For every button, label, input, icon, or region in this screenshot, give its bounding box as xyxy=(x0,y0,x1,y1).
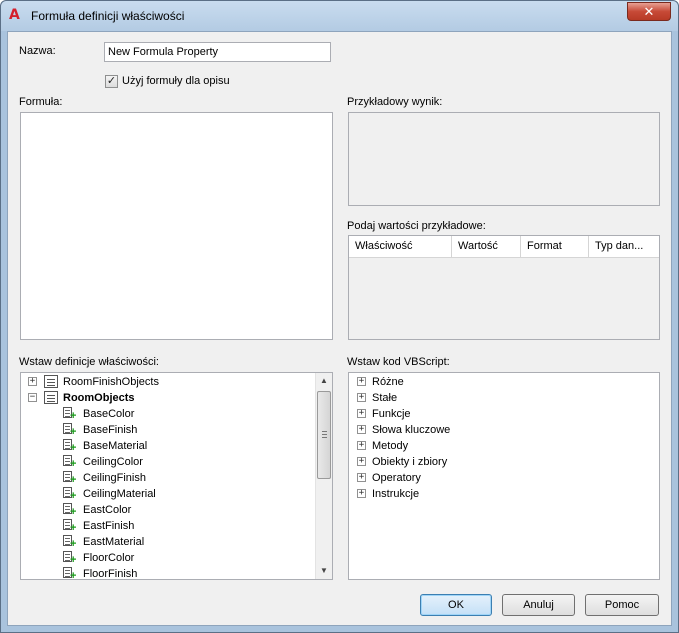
add-property-icon: + xyxy=(63,439,77,454)
vbscript-category-label: Różne xyxy=(372,376,404,388)
dialog-body: Nazwa: ✓ Użyj formuły dla opisu Formuła:… xyxy=(7,31,672,626)
use-formula-checkbox[interactable]: ✓ xyxy=(105,75,118,88)
vertical-scrollbar[interactable]: ▲ ▼ xyxy=(315,373,332,579)
name-input[interactable] xyxy=(104,42,331,62)
sample-values-grid[interactable]: Właściwość Wartość Format Typ dan... xyxy=(348,235,660,340)
vbscript-category[interactable]: + Operatory xyxy=(349,470,659,486)
add-property-icon: + xyxy=(63,455,77,470)
title-bar[interactable]: A Formuła definicji właściwości ✕ xyxy=(1,1,678,31)
property-item[interactable]: + FloorFinish xyxy=(21,566,315,579)
scroll-thumb[interactable] xyxy=(317,391,331,479)
property-item[interactable]: + BaseMaterial xyxy=(21,438,315,454)
vbscript-category[interactable]: + Metody xyxy=(349,438,659,454)
property-item-label: CeilingFinish xyxy=(83,472,146,484)
help-button[interactable]: Pomoc xyxy=(585,594,659,616)
expand-plus-icon[interactable]: + xyxy=(357,425,366,434)
scroll-down-arrow-icon[interactable]: ▼ xyxy=(316,563,332,579)
property-item-label: BaseMaterial xyxy=(83,440,148,452)
property-item[interactable]: + BaseColor xyxy=(21,406,315,422)
property-tree-content: + RoomFinishObjects − RoomObjects + BaseC… xyxy=(21,373,315,579)
add-property-icon: + xyxy=(63,407,77,422)
table-icon xyxy=(44,375,58,388)
property-item[interactable]: + FloorColor xyxy=(21,550,315,566)
vbscript-category[interactable]: + Funkcje xyxy=(349,406,659,422)
tree-group-roomobjects[interactable]: − RoomObjects xyxy=(21,390,315,406)
formula-label: Formuła: xyxy=(19,96,63,108)
column-header-property[interactable]: Właściwość xyxy=(349,236,452,258)
formula-textarea[interactable] xyxy=(20,112,333,340)
column-header-value[interactable]: Wartość xyxy=(452,236,521,258)
vbscript-category-label: Obiekty i zbiory xyxy=(372,456,448,468)
tree-group-label: RoomObjects xyxy=(63,392,135,404)
vbscript-tree[interactable]: + Różne + Stałe + Funkcje + Słowa kluczowe + Meto… xyxy=(348,372,660,580)
vbscript-category[interactable]: + Słowa kluczowe xyxy=(349,422,659,438)
expand-plus-icon[interactable]: + xyxy=(28,377,37,386)
property-item-label: CeilingMaterial xyxy=(83,488,156,500)
property-item-label: EastMaterial xyxy=(83,536,145,548)
add-property-icon: + xyxy=(63,551,77,566)
add-property-icon: + xyxy=(63,487,77,502)
vbscript-label: Wstaw kod VBScript: xyxy=(347,356,450,368)
vbscript-category-label: Operatory xyxy=(372,472,421,484)
add-property-icon: + xyxy=(63,423,77,438)
vbscript-category-label: Metody xyxy=(372,440,409,452)
scroll-up-arrow-icon[interactable]: ▲ xyxy=(316,373,332,389)
add-property-icon: + xyxy=(63,519,77,534)
vbscript-category-label: Funkcje xyxy=(372,408,411,420)
vbscript-category[interactable]: + Obiekty i zbiory xyxy=(349,454,659,470)
column-header-data-type[interactable]: Typ dan... xyxy=(589,236,659,258)
property-item[interactable]: + BaseFinish xyxy=(21,422,315,438)
dialog-window: A Formuła definicji właściwości ✕ Nazwa:… xyxy=(0,0,679,633)
vbscript-category-label: Instrukcje xyxy=(372,488,420,500)
tree-group-label: RoomFinishObjects xyxy=(63,376,159,388)
collapse-minus-icon[interactable]: − xyxy=(28,393,37,402)
table-icon xyxy=(44,391,58,404)
ok-button[interactable]: OK xyxy=(420,594,492,616)
sample-result-box xyxy=(348,112,660,206)
property-item-label: EastColor xyxy=(83,504,132,516)
app-logo-icon: A xyxy=(9,7,20,23)
expand-plus-icon[interactable]: + xyxy=(357,473,366,482)
add-property-icon: + xyxy=(63,471,77,486)
expand-plus-icon[interactable]: + xyxy=(357,377,366,386)
property-item[interactable]: + EastColor xyxy=(21,502,315,518)
expand-plus-icon[interactable]: + xyxy=(357,441,366,450)
sample-result-label: Przykładowy wynik: xyxy=(347,96,443,108)
tree-group-roomfinishobjects[interactable]: + RoomFinishObjects xyxy=(21,374,315,390)
property-definitions-tree[interactable]: + RoomFinishObjects − RoomObjects + BaseC… xyxy=(20,372,333,580)
property-item-label: BaseColor xyxy=(83,408,135,420)
property-item[interactable]: + CeilingColor xyxy=(21,454,315,470)
property-item-label: EastFinish xyxy=(83,520,135,532)
property-item[interactable]: + CeilingFinish xyxy=(21,470,315,486)
add-property-icon: + xyxy=(63,567,77,579)
vbscript-tree-content: + Różne + Stałe + Funkcje + Słowa kluczowe + Meto… xyxy=(349,373,659,579)
vbscript-category[interactable]: + Instrukcje xyxy=(349,486,659,502)
sample-values-label: Podaj wartości przykładowe: xyxy=(347,220,486,232)
vbscript-category[interactable]: + Stałe xyxy=(349,390,659,406)
close-button[interactable]: ✕ xyxy=(627,2,671,21)
expand-plus-icon[interactable]: + xyxy=(357,409,366,418)
expand-plus-icon[interactable]: + xyxy=(357,457,366,466)
property-item-label: FloorColor xyxy=(83,552,135,564)
add-property-icon: + xyxy=(63,535,77,550)
window-title: Formuła definicji właściwości xyxy=(31,9,185,23)
expand-plus-icon[interactable]: + xyxy=(357,393,366,402)
property-item-label: BaseFinish xyxy=(83,424,138,436)
expand-plus-icon[interactable]: + xyxy=(357,489,366,498)
column-header-format[interactable]: Format xyxy=(521,236,589,258)
property-definitions-label: Wstaw definicje właściwości: xyxy=(19,356,159,368)
vbscript-category-label: Stałe xyxy=(372,392,398,404)
property-item-label: FloorFinish xyxy=(83,568,138,579)
vbscript-category-label: Słowa kluczowe xyxy=(372,424,451,436)
vbscript-category[interactable]: + Różne xyxy=(349,374,659,390)
property-item-label: CeilingColor xyxy=(83,456,143,468)
name-label: Nazwa: xyxy=(19,45,56,57)
grip-icon xyxy=(322,431,327,438)
property-item[interactable]: + CeilingMaterial xyxy=(21,486,315,502)
property-item[interactable]: + EastFinish xyxy=(21,518,315,534)
use-formula-label[interactable]: Użyj formuły dla opisu xyxy=(122,75,230,87)
property-item[interactable]: + EastMaterial xyxy=(21,534,315,550)
add-property-icon: + xyxy=(63,503,77,518)
cancel-button[interactable]: Anuluj xyxy=(502,594,575,616)
